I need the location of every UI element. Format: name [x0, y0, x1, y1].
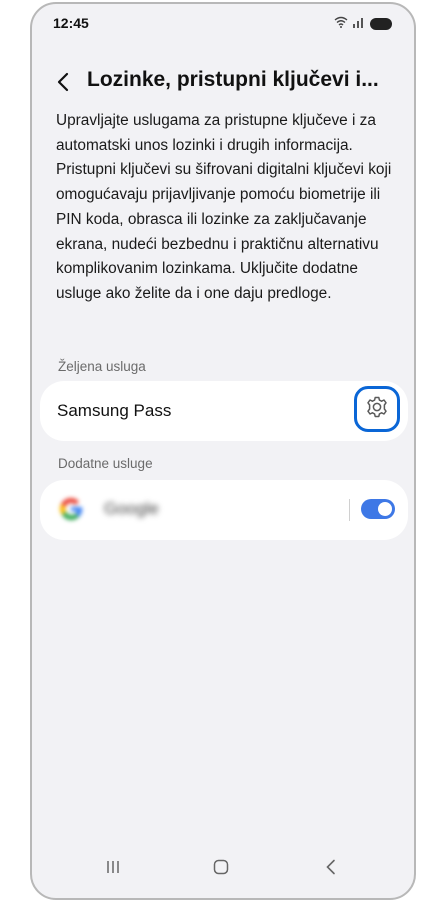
status-bar: 12:45 [32, 4, 414, 40]
google-logo-icon [57, 495, 85, 523]
gear-icon [364, 394, 390, 425]
recents-icon[interactable] [104, 858, 122, 881]
row-divider [349, 499, 350, 521]
phone-frame: 12:45 Lozinke, pristupni ključevi i... U… [30, 2, 416, 900]
page-title: Lozinke, pristupni ključevi i... [87, 68, 379, 91]
description-text: Upravljajte uslugama za pristupne ključe… [56, 112, 392, 302]
navigation-bar [32, 848, 414, 898]
samsung-pass-row[interactable]: Samsung Pass [40, 381, 408, 441]
header: Lozinke, pristupni ključevi i... [32, 64, 414, 100]
google-toggle[interactable] [361, 499, 395, 519]
home-icon[interactable] [212, 858, 230, 881]
preferred-service-label: Željena usluga [58, 359, 146, 374]
samsung-pass-label: Samsung Pass [57, 401, 172, 420]
battery-icon [370, 18, 392, 30]
google-service-name: Google [104, 499, 159, 518]
nav-back-icon[interactable] [322, 858, 340, 881]
google-service-row[interactable]: Google [40, 480, 408, 540]
signal-icon [352, 15, 366, 33]
wifi-icon [334, 15, 348, 33]
additional-services-label: Dodatne usluge [58, 456, 153, 471]
settings-button[interactable] [354, 386, 400, 432]
status-icons [334, 15, 392, 33]
toggle-knob [378, 502, 392, 516]
status-time: 12:45 [53, 15, 89, 31]
back-arrow-icon[interactable] [52, 68, 76, 96]
